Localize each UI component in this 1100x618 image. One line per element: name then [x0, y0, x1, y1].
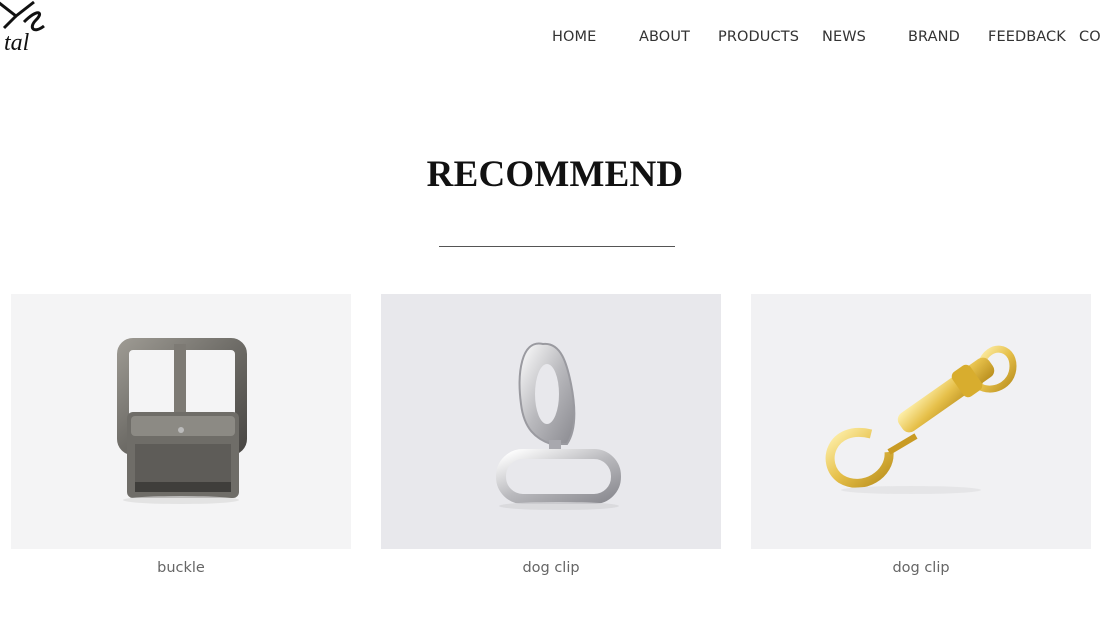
silver-dog-clip-image: [381, 294, 721, 549]
product-name[interactable]: dog clip: [381, 560, 721, 576]
product-photo[interactable]: [11, 294, 351, 549]
product-name[interactable]: buckle: [11, 560, 351, 576]
product-card[interactable]: buckle: [11, 294, 351, 576]
main-nav: HOME ABOUT PRODUCTS NEWS BRAND FEEDBACK …: [0, 0, 1100, 78]
product-card[interactable]: dog clip: [381, 294, 721, 576]
section-title: RECOMMEND: [426, 154, 684, 195]
title-divider: [439, 246, 675, 247]
belt-buckle-image: [11, 294, 351, 549]
nav-item-feedback[interactable]: FEEDBACK: [988, 29, 1066, 45]
nav-item-brand[interactable]: BRAND: [908, 29, 960, 45]
nav-item-news[interactable]: NEWS: [822, 29, 866, 45]
nav-item-contact[interactable]: CO: [1079, 29, 1100, 45]
product-photo[interactable]: [381, 294, 721, 549]
nav-item-products[interactable]: PRODUCTS: [718, 29, 799, 45]
product-photo[interactable]: [751, 294, 1091, 549]
gold-dog-clip-image: [751, 294, 1091, 549]
nav-item-about[interactable]: ABOUT: [639, 29, 690, 45]
product-card[interactable]: dog clip: [751, 294, 1091, 576]
nav-item-home[interactable]: HOME: [552, 29, 596, 45]
product-name[interactable]: dog clip: [751, 560, 1091, 576]
